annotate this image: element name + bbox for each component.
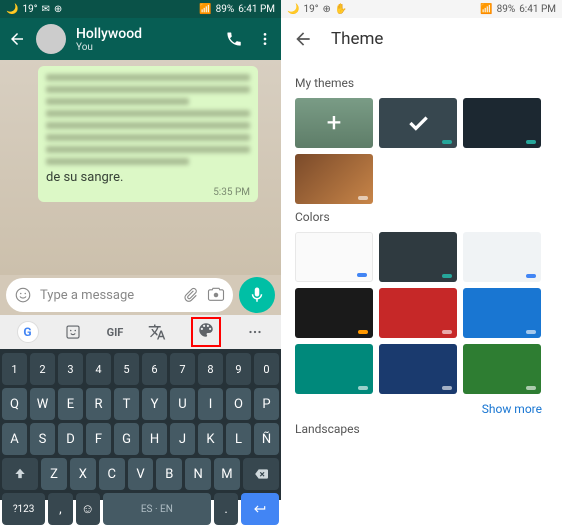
theme-header: Theme [281,18,562,60]
section-mythemes: My themes [295,76,548,90]
theme-tile-blue[interactable] [463,288,541,338]
theme-tile-green[interactable] [463,344,541,394]
camera-icon[interactable] [207,286,225,304]
key-a[interactable]: A [2,423,27,455]
theme-tile-light[interactable] [463,232,541,282]
key-y[interactable]: Y [142,388,167,420]
gif-button[interactable]: GIF [107,326,124,339]
menu-icon[interactable] [257,30,273,48]
chat-header: Hollywood You [0,18,281,60]
theme-button-highlight [191,317,221,347]
theme-icon[interactable] [197,321,215,339]
key-v[interactable]: V [128,458,154,490]
sticker-icon[interactable] [64,323,82,341]
message-text: de su sangre. [46,170,250,185]
section-landscapes: Landscapes [295,422,548,436]
key-e[interactable]: E [58,388,83,420]
key-row-numbers: 1 2 3 4 5 6 7 8 9 0 [2,353,279,385]
theme-tile[interactable] [295,154,373,204]
keyboard: 1 2 3 4 5 6 7 8 9 0 Q W E R T Y U I O P … [0,349,281,500]
status-bar: 🌙19°⊕✋ 📶89%6:41 PM [281,0,562,18]
key-enye[interactable]: Ñ [254,423,279,455]
emoji-icon[interactable] [14,286,32,304]
key-2[interactable]: 2 [30,353,55,385]
key-space[interactable]: ES · EN [103,493,211,525]
key-w[interactable]: W [30,388,55,420]
page-title: Theme [331,29,383,49]
avatar[interactable] [36,24,66,54]
attach-icon[interactable] [181,286,199,304]
mic-button[interactable] [239,277,275,313]
key-u[interactable]: U [170,388,195,420]
key-9[interactable]: 9 [226,353,251,385]
call-icon[interactable] [225,30,243,48]
back-icon[interactable] [8,30,26,48]
key-emoji[interactable]: ☺ [76,493,100,525]
key-3[interactable]: 3 [58,353,83,385]
key-comma[interactable]: , [48,493,72,525]
key-n[interactable]: N [185,458,211,490]
input-placeholder: Type a message [40,288,173,303]
key-enter[interactable] [241,493,279,525]
theme-tile-red[interactable] [379,288,457,338]
key-x[interactable]: X [70,458,96,490]
message-input[interactable]: Type a message [6,278,233,312]
contact-title[interactable]: Hollywood You [76,26,215,53]
key-f[interactable]: F [86,423,111,455]
more-icon[interactable] [246,323,264,341]
key-m[interactable]: M [214,458,240,490]
key-7[interactable]: 7 [170,353,195,385]
message-bubble[interactable]: de su sangre. 5:35 PM [38,66,258,202]
theme-add[interactable]: + [295,98,373,148]
section-colors: Colors [295,210,548,224]
theme-current[interactable] [379,98,457,148]
key-d[interactable]: D [58,423,83,455]
theme-tile[interactable] [463,98,541,148]
key-i[interactable]: I [198,388,223,420]
key-c[interactable]: C [99,458,125,490]
key-shift[interactable] [2,458,38,490]
key-4[interactable]: 4 [86,353,111,385]
contact-sub: You [76,42,215,53]
key-t[interactable]: T [114,388,139,420]
gboard-suggestion-strip: G GIF [0,315,281,349]
key-5[interactable]: 5 [114,353,139,385]
key-k[interactable]: K [198,423,223,455]
message-time: 5:35 PM [46,187,250,198]
key-g[interactable]: G [114,423,139,455]
key-h[interactable]: H [142,423,167,455]
show-more-link[interactable]: Show more [295,402,542,416]
key-6[interactable]: 6 [142,353,167,385]
translate-icon[interactable] [148,323,166,341]
key-o[interactable]: O [226,388,251,420]
message-input-bar: Type a message [0,275,281,315]
key-b[interactable]: B [156,458,182,490]
theme-tile-white[interactable] [295,232,373,282]
back-icon[interactable] [293,29,313,49]
key-j[interactable]: J [170,423,195,455]
chat-area: de su sangre. 5:35 PM [0,60,281,275]
theme-tile-black[interactable] [295,288,373,338]
key-l[interactable]: L [226,423,251,455]
key-r[interactable]: R [86,388,111,420]
key-backspace[interactable] [243,458,279,490]
key-1[interactable]: 1 [2,353,27,385]
google-icon[interactable]: G [17,321,39,343]
key-0[interactable]: 0 [254,353,279,385]
theme-tile-charcoal[interactable] [379,232,457,282]
key-p[interactable]: P [254,388,279,420]
theme-tile-teal[interactable] [295,344,373,394]
contact-name: Hollywood [76,26,215,42]
key-symbols[interactable]: ?123 [2,493,45,525]
status-bar: 🌙19°✉⊕ 📶89%6:41 PM [0,0,281,18]
theme-tile-navy[interactable] [379,344,457,394]
key-8[interactable]: 8 [198,353,223,385]
key-z[interactable]: Z [41,458,67,490]
key-period[interactable]: . [214,493,238,525]
key-q[interactable]: Q [2,388,27,420]
key-s[interactable]: S [30,423,55,455]
